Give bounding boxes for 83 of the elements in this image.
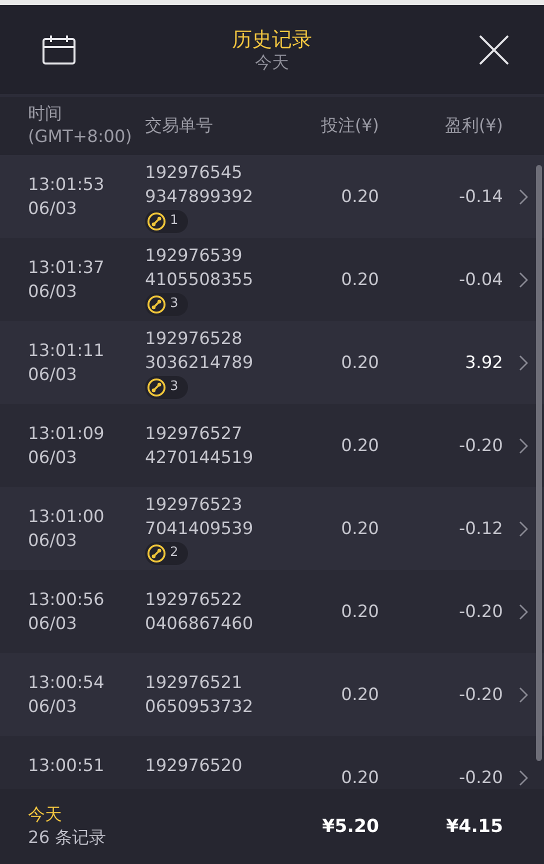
chevron-right-icon <box>518 188 528 204</box>
record-time: 13:00:54 <box>28 672 106 694</box>
profit-amount: -0.20 <box>458 600 503 624</box>
coin-icon <box>147 212 166 230</box>
record-row[interactable]: 13:01:37 06/03 192976539 4105508355 3 0.20 -0.04 <box>0 238 544 321</box>
order-number: 192976520 <box>145 754 242 778</box>
stake-amount: 0.20 <box>340 518 379 540</box>
order-number: 7041409539 <box>145 518 254 540</box>
profit-amount: -0.20 <box>458 684 503 706</box>
column-header: 盈利(¥) <box>444 114 503 138</box>
order-number: 192976522 <box>145 588 242 612</box>
footer-period: 今天 <box>28 804 63 826</box>
order-number: 192976521 <box>145 672 242 694</box>
record-row[interactable]: 13:01:53 06/03 192976545 9347899392 1 0.20 -0.14 <box>0 155 544 238</box>
chevron-right-icon <box>518 686 528 702</box>
record-date: 06/03 <box>28 530 78 552</box>
record-time: 13:01:53 <box>28 174 106 196</box>
order-number: 4270144519 <box>145 446 254 470</box>
order-number: 192976539 <box>145 244 242 268</box>
record-date: 06/03 <box>28 446 78 470</box>
date-filter-label: 今天 <box>254 52 290 74</box>
record-date: 06/03 <box>28 364 78 386</box>
order-number: 192976527 <box>145 422 242 446</box>
profit-amount: 3.92 <box>464 352 503 374</box>
chevron-right-icon <box>518 354 528 370</box>
record-date: 06/03 <box>28 198 78 220</box>
record-count: 26 条记录 <box>28 826 108 850</box>
order-number: 9347899392 <box>145 186 254 208</box>
record-time: 13:01:37 <box>28 256 106 280</box>
chevron-right-icon <box>518 438 528 454</box>
profit-amount: -0.14 <box>458 186 503 208</box>
record-time: 13:00:56 <box>28 588 106 612</box>
total-stake: ¥5.20 <box>321 815 379 838</box>
calendar-icon[interactable] <box>42 34 76 64</box>
stake-amount: 0.20 <box>340 434 379 458</box>
order-number: 4105508355 <box>145 268 254 292</box>
record-row[interactable]: 13:00:56 06/03 192976522 0406867460 0.20 -0.20 <box>0 570 544 653</box>
coin-icon <box>147 378 166 396</box>
chevron-right-icon <box>518 520 528 536</box>
record-row[interactable]: 13:01:00 06/03 192976523 7041409539 2 0.20 -0.12 <box>0 487 544 570</box>
record-row[interactable]: 13:00:54 06/03 192976521 0650953732 0.20 -0.20 <box>0 653 544 736</box>
record-time: 13:01:00 <box>28 506 106 528</box>
chevron-right-icon <box>518 770 528 786</box>
order-number: 3036214789 <box>145 352 254 374</box>
profit-amount: -0.12 <box>458 518 503 540</box>
spin-count-badge: 2 <box>145 542 188 564</box>
stake-amount: 0.20 <box>340 600 379 624</box>
total-profit: ¥4.15 <box>445 815 503 838</box>
page-title: 历史记录 <box>231 26 313 52</box>
order-number: 192976545 <box>145 162 242 184</box>
record-date: 06/03 <box>28 612 78 636</box>
column-header: 投注(¥) <box>320 114 379 138</box>
record-date: 06/03 <box>28 280 78 304</box>
stake-amount: 0.20 <box>340 186 379 208</box>
spin-count-badge: 3 <box>145 376 188 398</box>
order-number: 192976528 <box>145 328 242 350</box>
close-icon[interactable] <box>478 34 510 66</box>
stake-amount: 0.20 <box>340 684 379 706</box>
order-number: 192976523 <box>145 494 242 516</box>
record-row[interactable]: 13:00:51 192976520 0.20 -0.20 <box>0 736 544 789</box>
column-header: 时间 (GMT+8:00) <box>28 103 133 149</box>
coin-icon <box>147 544 166 562</box>
record-date: 06/03 <box>28 696 78 718</box>
coin-icon <box>147 294 166 314</box>
record-row[interactable]: 13:01:09 06/03 192976527 4270144519 0.20 -0.20 <box>0 404 544 487</box>
order-number: 0650953732 <box>145 696 254 718</box>
spin-count-badge: 3 <box>145 292 188 316</box>
profit-amount: -0.20 <box>458 766 503 789</box>
column-header: 交易单号 <box>145 114 214 138</box>
stake-amount: 0.20 <box>340 268 379 292</box>
stake-amount: 0.20 <box>340 352 379 374</box>
stake-amount: 0.20 <box>340 766 379 789</box>
profit-amount: -0.20 <box>458 434 503 458</box>
chevron-right-icon <box>518 272 528 288</box>
record-time: 13:01:09 <box>28 422 106 446</box>
spin-count-badge: 1 <box>145 210 188 232</box>
scrollbar[interactable] <box>536 165 542 761</box>
record-row[interactable]: 13:01:11 06/03 192976528 3036214789 3 0.20 3.92 <box>0 321 544 404</box>
profit-amount: -0.04 <box>458 268 503 292</box>
record-time: 13:00:51 <box>28 754 106 778</box>
record-time: 13:01:11 <box>28 340 106 362</box>
order-number: 0406867460 <box>145 612 254 636</box>
chevron-right-icon <box>518 604 528 620</box>
